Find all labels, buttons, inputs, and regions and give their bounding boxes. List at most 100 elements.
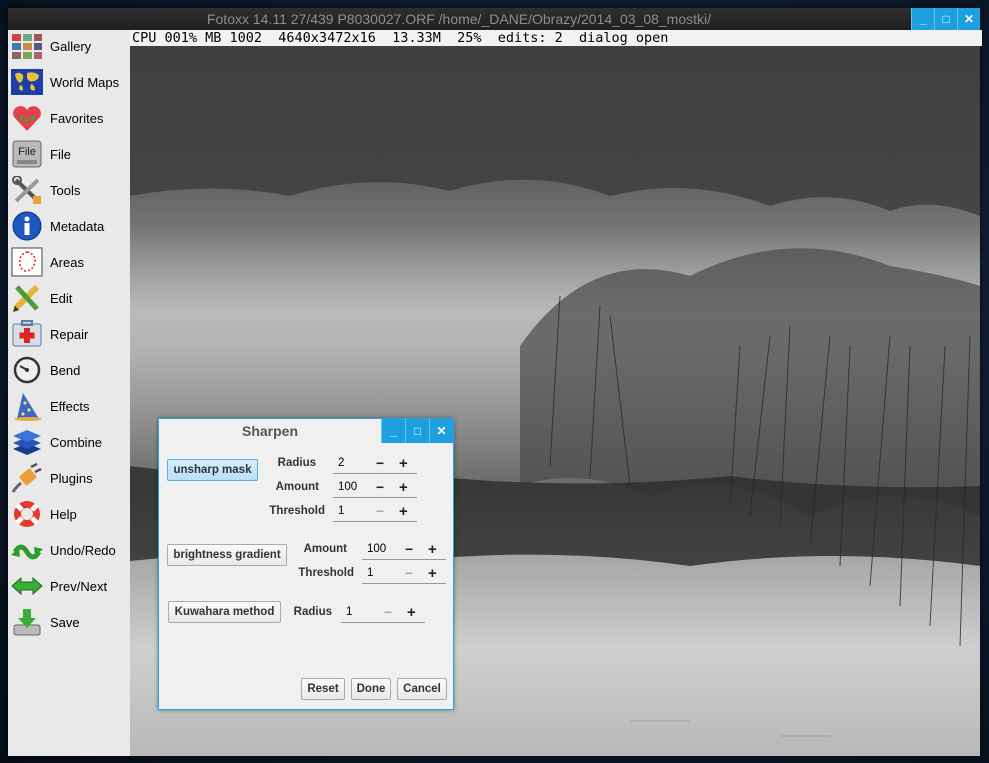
- threshold-spinner[interactable]: 1 − +: [362, 565, 446, 584]
- radius-spinner[interactable]: 2 − +: [333, 455, 417, 474]
- radius-value[interactable]: 2: [338, 457, 344, 469]
- amount-label: Amount: [303, 543, 347, 555]
- brightness-gradient-button[interactable]: brightness gradient: [167, 544, 287, 566]
- unsharp-mask-button[interactable]: unsharp mask: [167, 459, 258, 481]
- dialog-close-button[interactable]: ✕: [429, 419, 453, 443]
- svg-text:File: File: [18, 146, 36, 158]
- decrement-icon[interactable]: −: [405, 565, 413, 581]
- sidebar-item-edit[interactable]: Edit: [11, 282, 129, 314]
- sidebar-item-label: Repair: [50, 326, 89, 342]
- sidebar-item-undo-redo[interactable]: Undo/Redo: [11, 534, 129, 566]
- dialog-title: Sharpen: [241, 423, 298, 439]
- sidebar-item-effects[interactable]: Effects: [11, 390, 129, 422]
- sidebar-item-label: Effects: [50, 398, 90, 414]
- threshold-spinner[interactable]: 1 − +: [333, 503, 417, 522]
- sidebar-item-repair[interactable]: Repair: [11, 318, 129, 350]
- plug-icon: [11, 463, 43, 493]
- threshold-value[interactable]: 1: [338, 505, 344, 517]
- file-icon: File: [11, 139, 43, 169]
- increment-icon[interactable]: +: [407, 604, 416, 621]
- area-select-icon: [11, 247, 43, 277]
- sidebar-item-favorites[interactable]: Favorites: [11, 102, 129, 134]
- increment-icon[interactable]: +: [399, 479, 408, 496]
- sidebar-item-label: Combine: [50, 434, 103, 450]
- sidebar-item-label: Edit: [50, 290, 73, 306]
- sidebar-item-label: Prev/Next: [50, 578, 108, 594]
- sidebar-item-prev-next[interactable]: Prev/Next: [11, 570, 129, 602]
- amount-spinner[interactable]: 100 − +: [333, 479, 417, 498]
- cancel-button[interactable]: Cancel: [397, 678, 447, 700]
- maximize-button[interactable]: □: [934, 8, 957, 30]
- done-button[interactable]: Done: [351, 678, 391, 700]
- sidebar-item-label: File: [50, 146, 71, 162]
- sidebar-item-label: Favorites: [50, 110, 104, 126]
- reset-button[interactable]: Reset: [301, 678, 345, 700]
- amount-value[interactable]: 100: [367, 543, 386, 555]
- sidebar-item-help[interactable]: Help: [11, 498, 129, 530]
- sidebar-item-label: Bend: [50, 362, 81, 378]
- increment-icon[interactable]: +: [428, 541, 437, 558]
- sharpen-dialog: Sharpen _ □ ✕ unsharp mask Radius 2 − + …: [158, 418, 454, 710]
- amount-spinner[interactable]: 100 − +: [362, 541, 446, 560]
- sidebar-item-metadata[interactable]: Metadata: [11, 210, 129, 242]
- sidebar-item-label: Areas: [50, 254, 84, 270]
- window-title: Fotoxx 14.11 27/439 P8030027.ORF /home/_…: [206, 11, 712, 27]
- threshold-value[interactable]: 1: [367, 567, 373, 579]
- title-bar: Fotoxx 14.11 27/439 P8030027.ORF /home/_…: [8, 8, 980, 30]
- increment-icon[interactable]: +: [399, 455, 408, 472]
- sidebar-item-label: Metadata: [50, 218, 105, 234]
- sidebar-item-plugins[interactable]: Plugins: [11, 462, 129, 494]
- sidebar-item-combine[interactable]: Combine: [11, 426, 129, 458]
- sidebar-item-label: Plugins: [50, 470, 93, 486]
- maximize-icon: □: [413, 424, 422, 438]
- threshold-label: Threshold: [269, 505, 325, 517]
- sidebar-item-file[interactable]: File File: [11, 138, 129, 170]
- tools-icon: [11, 175, 43, 205]
- layers-icon: [11, 427, 43, 457]
- dialog-minimize-button[interactable]: _: [381, 419, 405, 443]
- prev-next-icon: [11, 571, 43, 601]
- sidebar-item-world-maps[interactable]: World Maps: [11, 66, 129, 98]
- edit-pencil-icon: [11, 283, 43, 313]
- status-bar: CPU 001% MB 1002 4640x3472x16 13.33M 25%…: [130, 30, 982, 46]
- world-map-icon: [11, 67, 43, 97]
- minimize-icon: _: [919, 12, 927, 26]
- heart-icon: [11, 103, 43, 133]
- increment-icon[interactable]: +: [428, 565, 437, 582]
- save-icon: [11, 607, 43, 637]
- amount-label: Amount: [275, 481, 319, 493]
- info-icon: [11, 211, 43, 241]
- threshold-label: Threshold: [298, 567, 354, 579]
- gallery-icon: [11, 31, 43, 61]
- sidebar-item-areas[interactable]: Areas: [11, 246, 129, 278]
- amount-value[interactable]: 100: [338, 481, 357, 493]
- radius-spinner[interactable]: 1 − +: [341, 604, 425, 623]
- first-aid-icon: [11, 319, 43, 349]
- radius-label: Radius: [293, 606, 332, 618]
- sidebar-menu: Gallery World Maps Favorites File File T…: [8, 30, 130, 756]
- radius-value[interactable]: 1: [346, 606, 352, 618]
- sidebar-item-tools[interactable]: Tools: [11, 174, 129, 206]
- kuwahara-method-button[interactable]: Kuwahara method: [168, 601, 281, 623]
- dialog-title-bar: Sharpen _ □ ✕: [159, 419, 453, 443]
- close-icon: ✕: [963, 12, 975, 26]
- increment-icon[interactable]: +: [399, 503, 408, 520]
- sidebar-item-label: Tools: [50, 182, 81, 198]
- fotoxx-window: Fotoxx 14.11 27/439 P8030027.ORF /home/_…: [8, 8, 982, 756]
- radius-label: Radius: [277, 457, 316, 469]
- sidebar-item-label: Save: [50, 614, 80, 630]
- sidebar-item-save[interactable]: Save: [11, 606, 129, 638]
- decrement-icon[interactable]: −: [405, 541, 413, 557]
- dialog-maximize-button[interactable]: □: [405, 419, 429, 443]
- decrement-icon[interactable]: −: [376, 479, 384, 495]
- minimize-button[interactable]: _: [911, 8, 934, 30]
- decrement-icon[interactable]: −: [376, 503, 384, 519]
- close-button[interactable]: ✕: [957, 8, 980, 30]
- sidebar-item-label: Help: [50, 506, 77, 522]
- decrement-icon[interactable]: −: [384, 604, 392, 620]
- sidebar-item-gallery[interactable]: Gallery: [11, 30, 129, 62]
- sidebar-item-label: World Maps: [50, 74, 120, 90]
- decrement-icon[interactable]: −: [376, 455, 384, 471]
- sidebar-item-bend[interactable]: Bend: [11, 354, 129, 386]
- sidebar-item-label: Gallery: [50, 38, 92, 54]
